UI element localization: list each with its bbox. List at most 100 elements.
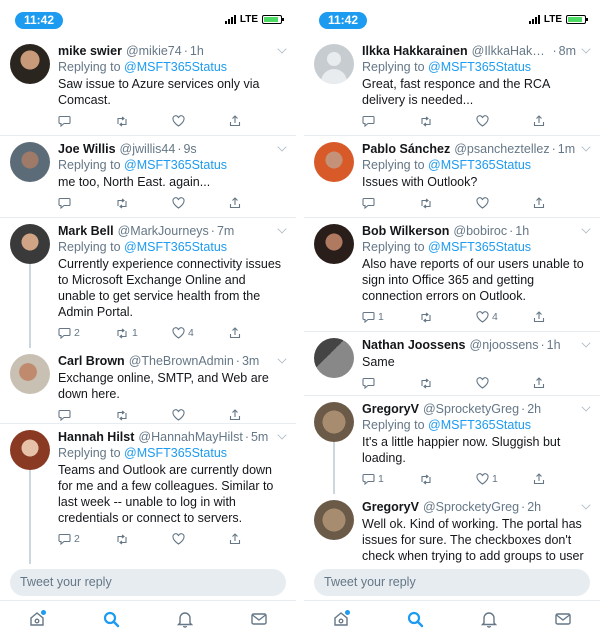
reply-composer-input[interactable]: Tweet your reply bbox=[10, 569, 286, 596]
tweet-age: 1h bbox=[189, 44, 204, 58]
retweet-button[interactable] bbox=[419, 474, 476, 485]
like-button[interactable] bbox=[476, 377, 533, 389]
share-button[interactable] bbox=[533, 311, 590, 323]
signal-icon bbox=[224, 15, 236, 24]
like-button[interactable] bbox=[476, 197, 533, 209]
reply-button[interactable] bbox=[58, 115, 115, 127]
tweet[interactable]: mike swier @mikie74 · 1h Replying to @MSFT3… bbox=[0, 38, 296, 136]
retweet-button[interactable] bbox=[419, 312, 476, 323]
author-name[interactable]: GregoryV bbox=[362, 499, 419, 515]
reply-button[interactable]: 2 bbox=[58, 533, 115, 545]
share-button[interactable] bbox=[533, 473, 590, 485]
tab-notifications[interactable] bbox=[170, 604, 200, 634]
mention-link[interactable]: @MSFT365Status bbox=[428, 158, 531, 172]
tab-search[interactable] bbox=[400, 604, 430, 634]
tab-notifications[interactable] bbox=[474, 604, 504, 634]
retweet-button[interactable] bbox=[115, 534, 172, 545]
reply-button[interactable] bbox=[58, 197, 115, 209]
share-button[interactable] bbox=[533, 377, 590, 389]
share-button[interactable] bbox=[533, 115, 590, 127]
reply-button[interactable]: 1 bbox=[362, 473, 419, 485]
tweet-age: 1h bbox=[515, 224, 530, 238]
tweet[interactable]: Pablo Sánchez @psancheztellez · 1m Replying… bbox=[304, 136, 600, 218]
like-button[interactable]: 4 bbox=[476, 311, 533, 323]
author-name[interactable]: Pablo Sánchez bbox=[362, 141, 450, 157]
tab-home[interactable] bbox=[326, 604, 356, 634]
author-name[interactable]: Mark Bell bbox=[58, 223, 114, 239]
share-button[interactable] bbox=[533, 197, 590, 209]
mention-link[interactable]: @MSFT365Status bbox=[124, 446, 227, 460]
author-name[interactable]: Nathan Joossens bbox=[362, 337, 466, 353]
tweet[interactable]: Joe Willis @jwillis44 · 9s Replying to @MSF… bbox=[0, 136, 296, 218]
retweet-button[interactable] bbox=[419, 198, 476, 209]
mention-link[interactable]: @MSFT365Status bbox=[428, 418, 531, 432]
share-button[interactable] bbox=[229, 197, 286, 209]
tab-messages[interactable] bbox=[244, 604, 274, 634]
like-button[interactable]: 4 bbox=[172, 327, 229, 339]
tweet[interactable]: GregoryV @SprocketyGreg · 2h Replying to @M… bbox=[304, 396, 600, 494]
avatar[interactable] bbox=[314, 142, 354, 182]
retweet-button[interactable] bbox=[419, 116, 476, 127]
reply-button[interactable] bbox=[362, 377, 419, 389]
reply-button[interactable] bbox=[362, 115, 419, 127]
tweet[interactable]: Mark Bell @MarkJourneys · 7m Replying to @M… bbox=[0, 218, 296, 348]
reply-button[interactable] bbox=[58, 409, 115, 421]
author-name[interactable]: Bob Wilkerson bbox=[362, 223, 449, 239]
reply-composer-input[interactable]: Tweet your reply bbox=[314, 569, 590, 596]
tweet[interactable]: Bob Wilkerson @bobiroc · 1h Replying to @MS… bbox=[304, 218, 600, 332]
like-button[interactable] bbox=[172, 409, 229, 421]
retweet-button[interactable] bbox=[115, 116, 172, 127]
author-name[interactable]: Ilkka Hakkarainen bbox=[362, 43, 468, 59]
mention-link[interactable]: @MSFT365Status bbox=[124, 240, 227, 254]
tweet-text: It's a little happier now. Sluggish but … bbox=[362, 435, 561, 465]
tab-home[interactable] bbox=[22, 604, 52, 634]
reply-button[interactable] bbox=[362, 197, 419, 209]
mention-link[interactable]: @MSFT365Status bbox=[428, 240, 531, 254]
tweet[interactable]: Ilkka Hakkarainen@IlkkaHakkara...·8m Rep… bbox=[304, 38, 600, 136]
avatar[interactable] bbox=[10, 354, 50, 394]
avatar[interactable] bbox=[314, 402, 354, 442]
author-name[interactable]: Hannah Hilst bbox=[58, 429, 134, 445]
share-button[interactable] bbox=[229, 327, 286, 339]
retweet-button[interactable]: 1 bbox=[115, 327, 172, 339]
tweet[interactable]: Hannah Hilst @HannahMayHilst · 5m Replying … bbox=[0, 424, 296, 564]
like-button[interactable] bbox=[476, 115, 533, 127]
avatar[interactable] bbox=[314, 500, 354, 540]
avatar[interactable] bbox=[10, 44, 50, 84]
retweet-button[interactable] bbox=[115, 410, 172, 421]
mention-link[interactable]: @MSFT365Status bbox=[124, 158, 227, 172]
author-name[interactable]: mike swier bbox=[58, 43, 122, 59]
share-button[interactable] bbox=[229, 409, 286, 421]
like-button[interactable] bbox=[172, 533, 229, 545]
avatar[interactable] bbox=[10, 224, 50, 264]
tweet[interactable]: Nathan Joossens @njoossens · 1h Same bbox=[304, 332, 600, 396]
retweet-button[interactable] bbox=[115, 198, 172, 209]
tweet[interactable]: GregoryV @SprocketyGreg · 2h Well ok. Kind … bbox=[304, 494, 600, 566]
share-button[interactable] bbox=[229, 533, 286, 545]
share-button[interactable] bbox=[229, 115, 286, 127]
avatar[interactable] bbox=[314, 224, 354, 264]
like-count: 4 bbox=[492, 311, 498, 323]
like-button[interactable] bbox=[172, 115, 229, 127]
tweet-actions: 1 1 bbox=[362, 472, 590, 486]
avatar[interactable] bbox=[314, 44, 354, 84]
author-name[interactable]: Joe Willis bbox=[58, 141, 116, 157]
like-button[interactable] bbox=[172, 197, 229, 209]
like-button[interactable]: 1 bbox=[476, 473, 533, 485]
reply-button[interactable]: 1 bbox=[362, 311, 419, 323]
tweet[interactable]: Carl Brown @TheBrownAdmin · 3m Exchange onl… bbox=[0, 348, 296, 424]
reply-button[interactable]: 2 bbox=[58, 327, 115, 339]
avatar[interactable] bbox=[10, 430, 50, 470]
reply-feed[interactable]: mike swier @mikie74 · 1h Replying to @MSFT3… bbox=[0, 38, 296, 566]
reply-feed[interactable]: Ilkka Hakkarainen@IlkkaHakkara...·8m Rep… bbox=[304, 38, 600, 566]
tab-search[interactable] bbox=[96, 604, 126, 634]
author-name[interactable]: Carl Brown bbox=[58, 353, 125, 369]
author-name[interactable]: GregoryV bbox=[362, 401, 419, 417]
tab-messages[interactable] bbox=[548, 604, 578, 634]
avatar[interactable] bbox=[10, 142, 50, 182]
reply-count: 1 bbox=[378, 473, 384, 485]
avatar[interactable] bbox=[314, 338, 354, 378]
mention-link[interactable]: @MSFT365Status bbox=[428, 60, 531, 74]
mention-link[interactable]: @MSFT365Status bbox=[124, 60, 227, 74]
retweet-button[interactable] bbox=[419, 378, 476, 389]
